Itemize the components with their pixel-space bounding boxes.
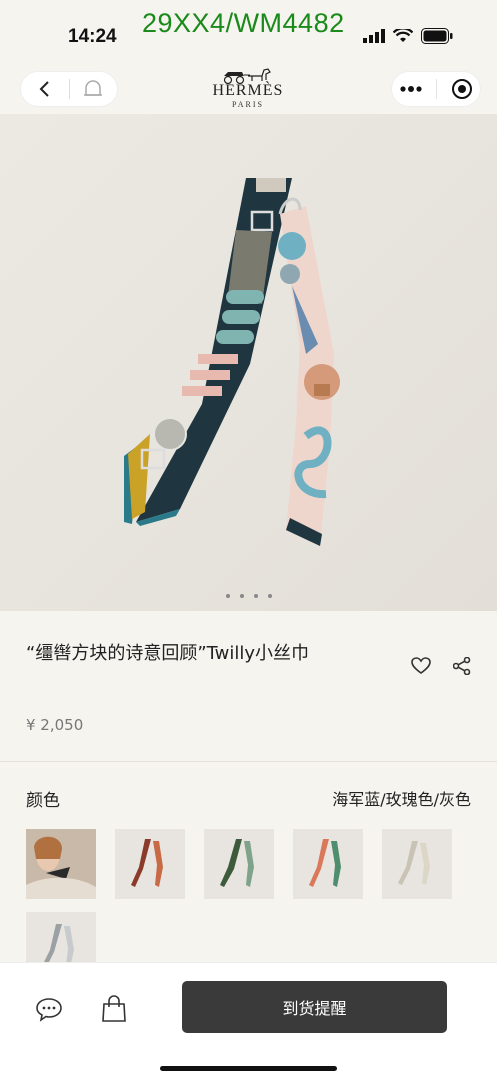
product-info: “缰辔方块的诗意回顾”Twilly小丝巾 ¥ 2,050 [0, 611, 497, 761]
bell-icon [84, 80, 103, 96]
watermark-text: 29XX4/WM4482 [142, 8, 345, 38]
heart-icon[interactable] [411, 657, 431, 675]
home-indicator [160, 1066, 337, 1071]
brand-city: PARIS [232, 100, 264, 109]
product-price: ¥ 2,050 [26, 716, 84, 734]
carousel-dot[interactable] [225, 594, 230, 598]
carousel-dot[interactable] [267, 594, 272, 598]
product-title: “缰辔方块的诗意回顾”Twilly小丝巾 [26, 643, 310, 664]
status-time: 14:24 [68, 26, 117, 47]
scarf-variant-thumbnail [309, 839, 341, 887]
nav-capsule-left [20, 71, 118, 107]
bag-icon[interactable] [100, 995, 128, 1023]
carriage-logo-icon [223, 68, 271, 84]
more-icon[interactable] [399, 85, 423, 93]
scarf-variant-thumbnail [220, 839, 254, 887]
product-image-carousel[interactable] [0, 114, 497, 611]
model-photo-thumbnail [26, 829, 96, 899]
battery-icon [421, 28, 453, 44]
back-icon [39, 81, 49, 97]
carousel-dot[interactable] [239, 594, 244, 598]
color-selected-value: 海军蓝/玫瑰色/灰色 [332, 790, 471, 809]
restock-notify-button[interactable]: 到货提醒 [182, 981, 447, 1033]
color-swatch[interactable] [204, 829, 274, 899]
twilly-scarf-image [0, 114, 497, 611]
color-swatch[interactable] [382, 829, 452, 899]
bottom-action-bar: 到货提醒 [0, 962, 497, 1080]
target-icon[interactable] [451, 78, 473, 100]
status-icons [363, 28, 453, 44]
color-swatch[interactable] [115, 829, 185, 899]
carousel-dots [0, 594, 497, 598]
scarf-variant-thumbnail [131, 839, 163, 887]
wifi-icon [393, 29, 413, 42]
share-icon[interactable] [453, 657, 471, 675]
nav-capsule-right [391, 71, 481, 107]
scarf-variant-thumbnail [398, 841, 430, 885]
nav-bar: HERMÈS PARIS [0, 68, 497, 114]
chat-icon[interactable] [35, 995, 63, 1023]
color-swatch[interactable] [26, 829, 96, 899]
carousel-dot[interactable] [253, 594, 258, 598]
color-label: 颜色 [26, 791, 60, 811]
back-button[interactable] [21, 71, 69, 107]
signal-icon [363, 29, 385, 43]
capsule-divider [436, 79, 438, 99]
color-swatches [26, 829, 476, 982]
brand-logo[interactable]: HERMÈS PARIS [198, 68, 298, 109]
bell-button[interactable] [69, 71, 117, 107]
info-actions [411, 657, 471, 675]
brand-name: HERMÈS [212, 82, 284, 99]
color-swatch[interactable] [293, 829, 363, 899]
status-bar: 14:24 29XX4/WM4482 [0, 0, 497, 68]
color-section: 颜色 海军蓝/玫瑰色/灰色 [0, 762, 497, 982]
